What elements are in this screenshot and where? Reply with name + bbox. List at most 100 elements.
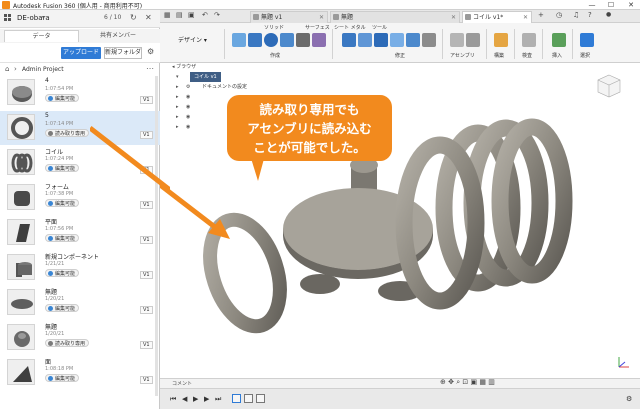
- status-badge[interactable]: 編集可能: [45, 304, 80, 312]
- status-badge[interactable]: 読み取り専用: [45, 339, 90, 347]
- timeline-item[interactable]: [232, 394, 241, 403]
- close-button[interactable]: ✕: [624, 0, 638, 10]
- grid-icon[interactable]: ▦: [164, 11, 171, 19]
- tab-solid[interactable]: ソリッド: [264, 24, 284, 31]
- move-icon[interactable]: [422, 33, 436, 47]
- insert-icon[interactable]: [552, 33, 566, 47]
- group-construct[interactable]: 構築: [494, 52, 504, 59]
- workspace-selector[interactable]: デザイン ▾: [174, 34, 216, 48]
- save-icon[interactable]: ▣: [188, 11, 195, 19]
- minimize-button[interactable]: —: [585, 0, 599, 10]
- version-badge[interactable]: V1: [140, 306, 153, 314]
- tab-surface[interactable]: サーフェス: [305, 24, 330, 31]
- version-badge[interactable]: V1: [140, 376, 153, 384]
- upload-button[interactable]: アップロード: [61, 47, 101, 59]
- fillet-icon[interactable]: [358, 33, 372, 47]
- version-badge[interactable]: V1: [140, 271, 153, 279]
- tab-sheet-metal[interactable]: シート メタル: [334, 24, 366, 31]
- new-folder-button[interactable]: 新規フォルダ: [104, 47, 142, 59]
- user-avatar[interactable]: ●: [606, 11, 611, 18]
- home-icon[interactable]: ⌂: [5, 65, 9, 73]
- timeline-item[interactable]: [256, 394, 265, 403]
- list-item[interactable]: 無題 1/20/21 編集可能 V1: [0, 286, 160, 320]
- create-sketch-icon[interactable]: [232, 33, 246, 47]
- tab-tools[interactable]: ツール: [372, 24, 387, 31]
- offset-plane-icon[interactable]: [494, 33, 508, 47]
- gear-icon[interactable]: ⚙: [626, 395, 632, 403]
- group-modify[interactable]: 修正: [395, 52, 405, 59]
- fit-icon[interactable]: ⊡: [462, 378, 468, 386]
- file-icon[interactable]: ▤: [176, 11, 183, 19]
- revolve-icon[interactable]: [264, 33, 278, 47]
- notification-icon[interactable]: ♫: [573, 11, 579, 19]
- pattern-icon[interactable]: [296, 33, 310, 47]
- gear-icon[interactable]: ⚙: [147, 47, 154, 56]
- list-item[interactable]: 面 1:08:18 PM 編集可能 V1: [0, 356, 160, 390]
- list-item[interactable]: 4 1:07:54 PM 編集可能 V1: [0, 76, 160, 110]
- extrude-icon[interactable]: [248, 33, 262, 47]
- version-badge[interactable]: V1: [140, 96, 153, 104]
- version-badge[interactable]: V1: [140, 201, 153, 209]
- previous-step-icon[interactable]: ◀: [182, 395, 187, 403]
- new-component-icon[interactable]: [466, 33, 480, 47]
- group-insert[interactable]: 挿入: [552, 52, 562, 59]
- shell-icon[interactable]: [390, 33, 404, 47]
- group-assemble[interactable]: アセンブリ: [450, 52, 475, 59]
- undo-icon[interactable]: ↶: [202, 11, 208, 19]
- version-badge[interactable]: V1: [140, 341, 153, 349]
- last-step-icon[interactable]: ⏭: [215, 395, 221, 404]
- redo-icon[interactable]: ↷: [214, 11, 220, 19]
- project-name[interactable]: Admin Project: [22, 66, 64, 73]
- version-badge[interactable]: V1: [140, 236, 153, 244]
- measure-icon[interactable]: [522, 33, 536, 47]
- annotation-arrow: [90, 126, 170, 192]
- clock-icon[interactable]: ◷: [556, 11, 562, 19]
- zoom-icon[interactable]: ⌕: [456, 378, 460, 386]
- combine-icon[interactable]: [406, 33, 420, 47]
- status-badge[interactable]: 編集可能: [45, 94, 80, 102]
- file-name: フォーム: [45, 184, 69, 191]
- help-icon[interactable]: ?: [588, 11, 592, 19]
- status-badge[interactable]: 編集可能: [45, 374, 80, 382]
- tab-members[interactable]: 共有メンバー: [80, 30, 156, 42]
- close-panel-icon[interactable]: ✕: [145, 13, 152, 22]
- form-icon[interactable]: [312, 33, 326, 47]
- orbit-icon[interactable]: ⊕: [440, 378, 446, 386]
- next-step-icon[interactable]: ▶: [204, 395, 209, 403]
- play-icon[interactable]: ▶: [193, 395, 198, 403]
- chevron-down-icon[interactable]: ▾: [42, 14, 45, 21]
- status-badge[interactable]: 編集可能: [45, 164, 80, 172]
- chamfer-icon[interactable]: [374, 33, 388, 47]
- status-badge[interactable]: 編集可能: [45, 199, 80, 207]
- status-badge[interactable]: 編集可能: [45, 269, 80, 277]
- tab-document-active[interactable]: コイル v1* ✕: [462, 11, 532, 23]
- comment-label: コメント: [172, 381, 193, 387]
- select-icon[interactable]: [580, 33, 594, 47]
- list-item[interactable]: 新規コンポーネント 1/21/21 編集可能 V1: [0, 251, 160, 285]
- maximize-button[interactable]: ☐: [604, 0, 618, 10]
- tab-document[interactable]: 無題 ✕: [330, 11, 460, 23]
- status-badge[interactable]: 編集可能: [45, 234, 80, 242]
- list-item[interactable]: 平面 1:07:56 PM 編集可能 V1: [0, 216, 160, 250]
- group-create[interactable]: 作成: [270, 52, 280, 59]
- viewports-icon[interactable]: ▥: [488, 378, 495, 386]
- hole-icon[interactable]: [280, 33, 294, 47]
- press-pull-icon[interactable]: [342, 33, 356, 47]
- tab-data[interactable]: データ: [4, 30, 79, 42]
- tab-document[interactable]: 無題 v1 ✕: [250, 11, 328, 23]
- group-select[interactable]: 選択: [580, 52, 590, 59]
- refresh-icon[interactable]: ↻: [130, 13, 137, 22]
- status-badge[interactable]: 読み取り専用: [45, 129, 90, 137]
- first-step-icon[interactable]: ⏮: [170, 395, 176, 404]
- joint-icon[interactable]: [450, 33, 464, 47]
- list-item[interactable]: 無題 1/20/21 読み取り専用 V1: [0, 321, 160, 355]
- display-settings-icon[interactable]: ▣: [470, 378, 477, 386]
- grid-settings-icon[interactable]: ▦: [479, 378, 486, 386]
- apps-grid-icon[interactable]: [4, 14, 13, 23]
- more-icon[interactable]: ⋯: [146, 64, 154, 73]
- add-tab-icon[interactable]: +: [538, 11, 544, 19]
- comment-bar[interactable]: コメント: [160, 378, 640, 388]
- group-inspect[interactable]: 検査: [522, 52, 532, 59]
- timeline-item[interactable]: [244, 394, 253, 403]
- pan-icon[interactable]: ✥: [448, 378, 454, 386]
